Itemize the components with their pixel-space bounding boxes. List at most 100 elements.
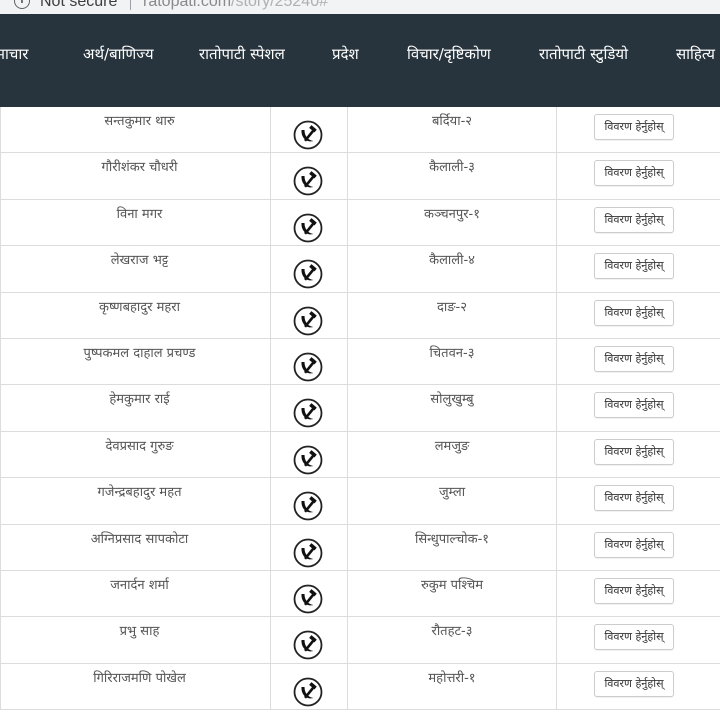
party-symbol-cell (271, 570, 348, 617)
constituency-cell: बर्दिया-२ (348, 107, 557, 153)
hammer-sickle-icon (292, 537, 324, 569)
view-details-button[interactable]: विवरण हेर्नुहोस् (594, 160, 674, 187)
constituency-cell: सोलुखुम्बु (348, 385, 557, 431)
constituency-name: कैलाली-४ (429, 253, 475, 269)
candidate-name-cell: प्रभु साह (0, 617, 271, 663)
candidate-name: सन्तकुमार थारु (104, 114, 175, 129)
url-text[interactable]: ratopati.com/story/25240# (143, 0, 328, 11)
action-cell: विवरण हेर्नुहोस् (557, 246, 720, 291)
view-details-button[interactable]: विवरण हेर्नुहोस् (594, 577, 674, 604)
nav-item-samachar[interactable]: माचार (0, 44, 28, 64)
nav-item-economy[interactable]: अर्थ/बाणिज्य (83, 44, 154, 64)
constituency-name: कञ्चनपुर-१ (424, 206, 480, 222)
constituency-cell: दाङ-२ (348, 292, 557, 338)
constituency-name: लमजुङ (434, 438, 470, 454)
candidate-name: हेमकुमार राई (109, 392, 170, 408)
candidate-name-cell: अग्निप्रसाद सापकोटा (0, 524, 271, 570)
constituency-cell: लमजुङ (348, 431, 557, 478)
candidates-table: सन्तकुमार थारु बर्दिया-२ विवरण हेर्नुहोस् ग… (0, 107, 720, 711)
candidate-name: पुष्पकमल दाहाल प्रचण्ड (83, 345, 196, 361)
table-row: गिरिराजमणि पोखेल महोत्तरी-१ विवरण हेर्नुहो… (0, 663, 720, 711)
constituency-name: जुम्ला (438, 485, 466, 501)
action-cell: विवरण हेर्नुहोस् (557, 525, 720, 570)
url-host: ratopati.com (143, 0, 232, 10)
party-symbol-cell (271, 199, 348, 246)
hammer-sickle-icon (292, 583, 324, 615)
candidate-name-cell: पुष्पकमल दाहाल प्रचण्ड (0, 338, 271, 385)
table-row: कृष्णबहादुर महरा दाङ-२ विवरण हेर्नुहोस् (0, 292, 720, 339)
candidate-name-cell: कृष्णबहादुर महरा (0, 292, 271, 338)
view-details-button[interactable]: विवरण हेर्नुहोस् (594, 531, 674, 558)
url-path: /story/25240# (231, 0, 328, 10)
table-row: गजेन्द्रबहादुर महत जुम्ला विवरण हेर्नुहोस् (0, 478, 720, 525)
view-details-button[interactable]: विवरण हेर्नुहोस् (594, 299, 674, 326)
view-details-button[interactable]: विवरण हेर्नुहोस् (594, 670, 674, 697)
action-cell: विवरण हेर्नुहोस् (557, 107, 720, 152)
table-row: गौरीशंकर चौधरी कैलाली-३ विवरण हेर्नुहोस् (0, 153, 720, 200)
party-symbol-cell (271, 107, 348, 153)
table-row: प्रभु साह रौतहट-३ विवरण हेर्नुहोस् (0, 617, 720, 664)
main-nav: माचार अर्थ/बाणिज्य रातोपाटी स्पेशल प्रदे… (0, 14, 720, 107)
nav-item-opinion[interactable]: विचार/दृष्टिकोण (407, 44, 491, 64)
constituency-cell: रौतहट-३ (348, 617, 557, 663)
candidate-name-cell: हेमकुमार राई (0, 385, 271, 431)
view-details-button[interactable]: विवरण हेर्नुहोस् (594, 345, 674, 372)
table-row: देवप्रसाद गुरुङ लमजुङ विवरण हेर्नुहोस् (0, 431, 720, 479)
candidate-name: प्रभु साह (119, 624, 160, 640)
constituency-name: रुकुम पश्चिम (421, 577, 483, 593)
security-label[interactable]: Not secure (40, 0, 117, 11)
party-symbol-cell (271, 617, 348, 663)
constituency-cell: चितवन-३ (348, 338, 557, 385)
constituency-name: महोत्तरी-१ (428, 670, 476, 686)
nav-item-studio[interactable]: रातोपाटी स्टुडियो (539, 44, 628, 64)
hammer-sickle-icon (292, 490, 324, 522)
constituency-cell: कैलाली-४ (348, 246, 557, 292)
candidate-name-cell: जनार्दन शर्मा (0, 570, 271, 617)
view-details-button[interactable]: विवरण हेर्नुहोस् (594, 485, 674, 512)
party-symbol-cell (271, 431, 348, 478)
nav-item-province[interactable]: प्रदेश (332, 44, 359, 64)
candidate-name-cell: गौरीशंकर चौधरी (0, 153, 271, 199)
action-cell: विवरण हेर्नुहोस् (557, 293, 720, 338)
constituency-cell: जुम्ला (348, 478, 557, 524)
action-cell: विवरण हेर्नुहोस् (557, 153, 720, 198)
table-row: पुष्पकमल दाहाल प्रचण्ड चितवन-३ विवरण हेर्न… (0, 338, 720, 386)
hammer-sickle-icon (292, 119, 324, 151)
candidate-name: देवप्रसाद गुरुङ (105, 438, 174, 454)
hammer-sickle-icon (292, 676, 324, 708)
view-details-button[interactable]: विवरण हेर्नुहोस् (594, 438, 674, 465)
constituency-name: सिन्धुपाल्चोक-१ (414, 531, 490, 547)
view-details-button[interactable]: विवरण हेर्नुहोस् (594, 114, 674, 140)
action-cell: विवरण हेर्नुहोस् (557, 200, 720, 245)
view-details-button[interactable]: विवरण हेर्नुहोस् (594, 624, 674, 651)
candidate-name: जनार्दन शर्मा (110, 577, 169, 593)
table-row: विना मगर कञ्चनपुर-१ विवरण हेर्नुहोस् (0, 199, 720, 247)
hammer-sickle-icon (292, 444, 324, 476)
constituency-cell: महोत्तरी-१ (348, 663, 557, 710)
action-cell: विवरण हेर्नुहोस् (557, 432, 720, 477)
view-details-button[interactable]: विवरण हेर्नुहोस् (594, 253, 674, 280)
hammer-sickle-icon (292, 351, 324, 383)
hammer-sickle-icon (292, 397, 324, 429)
hammer-sickle-icon (292, 165, 324, 197)
address-bar[interactable]: i Not secure ratopati.com/story/25240# (0, 0, 720, 14)
view-details-button[interactable]: विवरण हेर्नुहोस् (594, 392, 674, 419)
party-symbol-cell (271, 385, 348, 431)
candidate-name: अग्निप्रसाद सापकोटा (90, 531, 189, 547)
party-symbol-cell (271, 292, 348, 338)
party-symbol-cell (271, 246, 348, 292)
action-cell: विवरण हेर्नुहोस् (557, 385, 720, 430)
table-row: सन्तकुमार थारु बर्दिया-२ विवरण हेर्नुहोस् (0, 107, 720, 154)
party-symbol-cell (271, 524, 348, 570)
hammer-sickle-icon (292, 629, 324, 661)
action-cell: विवरण हेर्नुहोस् (557, 571, 720, 616)
view-details-button[interactable]: विवरण हेर्नुहोस् (594, 206, 674, 233)
constituency-name: दाङ-२ (436, 299, 467, 315)
nav-item-special[interactable]: रातोपाटी स्पेशल (199, 44, 285, 64)
nav-item-literature[interactable]: साहित्य (676, 44, 715, 64)
candidate-name: लेखराज भट्ट (110, 253, 169, 269)
table-row: लेखराज भट्ट कैलाली-४ विवरण हेर्नुहोस् (0, 246, 720, 293)
candidate-name-cell: विना मगर (0, 199, 271, 246)
party-symbol-cell (271, 663, 348, 710)
info-icon[interactable]: i (14, 0, 30, 9)
